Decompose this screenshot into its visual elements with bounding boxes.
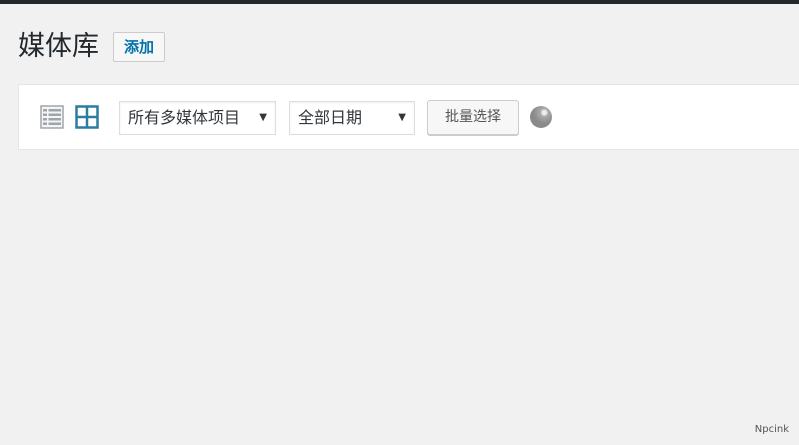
watermark: Npcink [754,424,789,435]
bulk-select-button[interactable]: 批量选择 [427,100,519,135]
media-toolbar: 所有多媒体项目 ▼ 全部日期 ▼ 批量选择 [18,84,799,150]
page-header: 媒体库 添加 [18,30,166,64]
loading-spinner-icon [530,106,552,128]
dropdown-arrow-icon: ▼ [259,112,267,123]
admin-top-bar [0,0,799,4]
grid-view-icon[interactable] [75,105,99,129]
media-type-filter[interactable]: 所有多媒体项目 ▼ [119,101,276,135]
dropdown-arrow-icon: ▼ [398,112,406,123]
page-title: 媒体库 [18,31,99,62]
date-filter[interactable]: 全部日期 ▼ [289,101,415,135]
list-view-icon[interactable] [40,105,64,129]
media-type-filter-value: 所有多媒体项目 [128,108,241,127]
add-new-button[interactable]: 添加 [113,32,166,62]
date-filter-value: 全部日期 [298,108,363,127]
